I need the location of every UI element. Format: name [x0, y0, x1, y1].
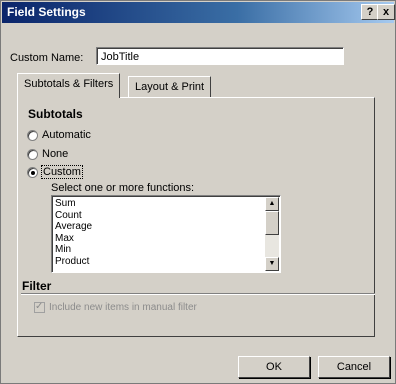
custom-name-label: Custom Name: — [10, 52, 84, 64]
radio-automatic-label: Automatic — [42, 129, 91, 141]
radio-none[interactable]: None — [27, 147, 68, 161]
radio-none-circle[interactable] — [27, 148, 38, 160]
list-scrollbar[interactable]: ▲ ▼ — [265, 197, 279, 271]
functions-list: Sum Count Average Max Min Product — [55, 198, 92, 267]
scroll-thumb[interactable] — [265, 211, 279, 235]
functions-listbox[interactable]: Sum Count Average Max Min Product ▲ ▼ — [51, 195, 281, 273]
include-new-items-checkbox[interactable]: ✓ Include new items in manual filter — [34, 301, 197, 314]
tab-layout-print[interactable]: Layout & Print — [128, 76, 212, 97]
close-button[interactable]: x — [377, 4, 395, 20]
checkbox-box[interactable]: ✓ — [34, 300, 45, 313]
radio-custom-label: Custom — [41, 165, 83, 179]
checkmark-icon: ✓ — [35, 300, 44, 312]
filter-heading: Filter — [22, 279, 52, 293]
include-new-items-label: Include new items in manual filter — [49, 302, 197, 313]
list-item[interactable]: Min — [55, 244, 92, 256]
title-bar[interactable]: Field Settings — [2, 2, 394, 23]
list-item[interactable]: Max — [55, 233, 92, 245]
radio-automatic[interactable]: Automatic — [27, 128, 91, 142]
list-item[interactable]: Sum — [55, 198, 92, 210]
custom-name-input[interactable]: JobTitle — [96, 47, 344, 65]
list-item[interactable]: Average — [55, 221, 92, 233]
functions-label: Select one or more functions: — [51, 182, 195, 194]
radio-none-label: None — [42, 148, 69, 160]
field-settings-dialog: Field Settings ? x Custom Name: JobTitle… — [0, 0, 396, 384]
scroll-up-arrow-icon[interactable]: ▲ — [265, 197, 279, 211]
list-item[interactable]: Product — [55, 256, 92, 268]
radio-custom[interactable]: Custom — [27, 165, 83, 179]
subtotals-heading: Subtotals — [28, 107, 83, 121]
scroll-down-arrow-icon[interactable]: ▼ — [265, 257, 279, 271]
tab-subtotals-filters[interactable]: Subtotals & Filters — [17, 73, 121, 98]
filter-divider — [21, 293, 375, 295]
cancel-button[interactable]: Cancel — [318, 356, 390, 378]
radio-automatic-circle[interactable] — [27, 129, 38, 141]
list-item[interactable]: Count — [55, 210, 92, 222]
radio-custom-circle[interactable] — [27, 166, 38, 178]
window-title: Field Settings — [7, 5, 86, 19]
ok-button[interactable]: OK — [238, 356, 310, 378]
